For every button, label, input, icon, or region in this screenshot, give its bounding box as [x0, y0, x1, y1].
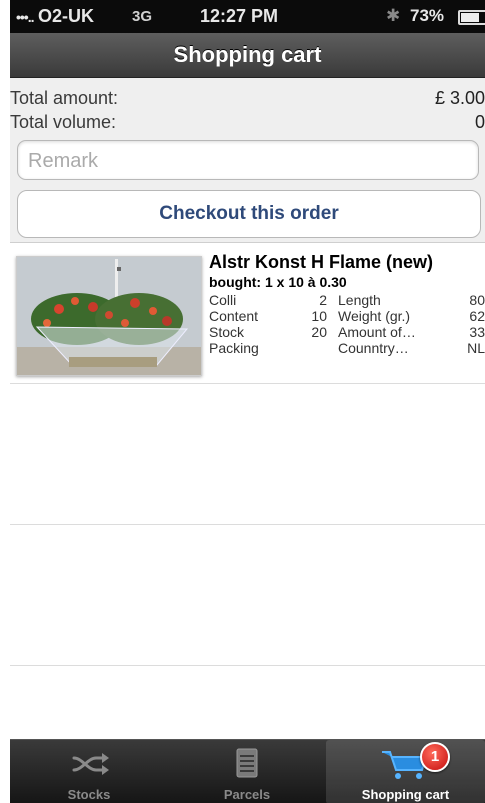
tab-label: Shopping cart [361, 787, 450, 802]
document-icon [168, 748, 326, 780]
product-name: Alstr Konst H Flame (new) [209, 252, 434, 272]
bought-summary: bought: 1 x 10 à 0.30 [209, 274, 347, 290]
spec-label-country: Counntry… [338, 340, 409, 356]
remark-input[interactable]: Remark [17, 140, 479, 180]
spec-label-length: Length [338, 292, 381, 308]
clock: 12:27 PM [200, 6, 279, 26]
spec-value-country: NL [467, 340, 485, 356]
spec-label-colli: Colli [209, 292, 237, 308]
spec-value-amount: 33 [469, 324, 485, 340]
tab-label: Parcels [223, 787, 271, 802]
spec-label-packing: Packing [209, 340, 259, 356]
spec-label-content: Content [209, 308, 259, 324]
spec-value-weight: 62 [469, 308, 485, 324]
list-separator [10, 665, 485, 666]
total-amount-value: £ 3.00 [434, 88, 485, 108]
total-amount-label: Total amount: [10, 88, 119, 108]
list-item[interactable]: Alstr Konst H Flame (new) bought: 1 x 10… [10, 243, 485, 384]
signal-strength-icon: •••.. [16, 9, 35, 25]
tab-stocks[interactable]: Stocks [10, 740, 168, 803]
tab-parcels[interactable]: Parcels [168, 740, 326, 803]
spec-label-stock: Stock [209, 324, 245, 340]
spec-label-amount: Amount of… [338, 324, 416, 340]
shuffle-icon [10, 748, 168, 780]
bluetooth-icon: ✱ [386, 6, 401, 25]
spec-value-colli: 2 [319, 292, 327, 308]
product-image [16, 256, 202, 376]
spec-value-length: 80 [469, 292, 485, 308]
spec-value-content: 10 [311, 308, 327, 324]
tab-label: Stocks [67, 787, 111, 802]
total-volume-label: Total volume: [10, 112, 117, 132]
status-bar: •••.. O2-UK 3G 12:27 PM ✱ 73% [10, 0, 485, 33]
checkout-button[interactable]: Checkout this order [17, 190, 481, 238]
network-type: 3G [132, 8, 153, 25]
navigation-bar: Shopping cart [10, 33, 485, 78]
total-volume-value: 0 [474, 112, 485, 132]
battery-icon [458, 10, 485, 25]
tab-bar: Stocks Parcels 1 Shopping cart [10, 739, 485, 803]
tab-shopping-cart[interactable]: 1 Shopping cart [326, 740, 485, 803]
app-frame: •••.. O2-UK 3G 12:27 PM ✱ 73% Shopping c… [10, 0, 485, 803]
order-summary: Total amount: £ 3.00 Total volume: 0 Rem… [10, 78, 485, 243]
list-separator [10, 524, 485, 525]
carrier-name: O2-UK [38, 6, 95, 26]
spec-label-weight: Weight (gr.) [338, 308, 411, 324]
spec-value-stock: 20 [311, 324, 327, 340]
battery-percent: 73% [410, 6, 445, 25]
cart-count-badge: 1 [420, 742, 450, 772]
page-title: Shopping cart [173, 42, 322, 67]
cart-icon [326, 748, 485, 780]
